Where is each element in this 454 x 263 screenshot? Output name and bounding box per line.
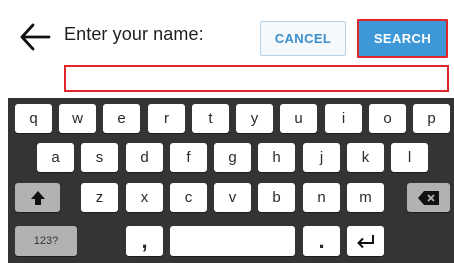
key-v[interactable]: v [214, 183, 251, 212]
key-o[interactable]: o [369, 104, 406, 133]
key-m[interactable]: m [347, 183, 384, 212]
backspace-key[interactable] [407, 183, 450, 212]
key-s[interactable]: s [81, 143, 118, 172]
key-c[interactable]: c [170, 183, 207, 212]
key-d[interactable]: d [126, 143, 163, 172]
key-i[interactable]: i [325, 104, 362, 133]
shift-up-arrow-icon [30, 190, 45, 205]
shift-key[interactable] [15, 183, 60, 212]
symbols-key[interactable]: 123? [15, 226, 77, 256]
key-g[interactable]: g [214, 143, 251, 172]
period-key[interactable]: . [303, 226, 340, 256]
name-input[interactable] [64, 65, 449, 92]
key-x[interactable]: x [126, 183, 163, 212]
key-w[interactable]: w [59, 104, 96, 133]
key-n[interactable]: n [303, 183, 340, 212]
key-q[interactable]: q [15, 104, 52, 133]
key-j[interactable]: j [303, 143, 340, 172]
key-y[interactable]: y [236, 104, 273, 133]
comma-key[interactable]: , [126, 226, 163, 256]
key-l[interactable]: l [391, 143, 428, 172]
key-f[interactable]: f [170, 143, 207, 172]
enter-return-icon [356, 235, 374, 248]
key-t[interactable]: t [192, 104, 229, 133]
key-r[interactable]: r [148, 104, 185, 133]
key-k[interactable]: k [347, 143, 384, 172]
key-a[interactable]: a [37, 143, 74, 172]
cancel-button[interactable]: CANCEL [260, 21, 346, 56]
key-e[interactable]: e [103, 104, 140, 133]
key-p[interactable]: p [413, 104, 450, 133]
arrow-left-icon[interactable] [18, 20, 52, 54]
key-b[interactable]: b [258, 183, 295, 212]
name-prompt-label: Enter your name: [64, 24, 204, 44]
key-h[interactable]: h [258, 143, 295, 172]
enter-key[interactable] [347, 226, 384, 256]
name-entry-screen: Enter your name: CANCEL SEARCH q w e r t… [0, 0, 454, 263]
on-screen-keyboard: q w e r t y u i o p a s d f g h j k l z … [8, 98, 454, 263]
backspace-icon [417, 190, 439, 205]
space-key[interactable] [170, 226, 295, 256]
key-u[interactable]: u [280, 104, 317, 133]
key-z[interactable]: z [81, 183, 118, 212]
search-button[interactable]: SEARCH [357, 19, 448, 58]
